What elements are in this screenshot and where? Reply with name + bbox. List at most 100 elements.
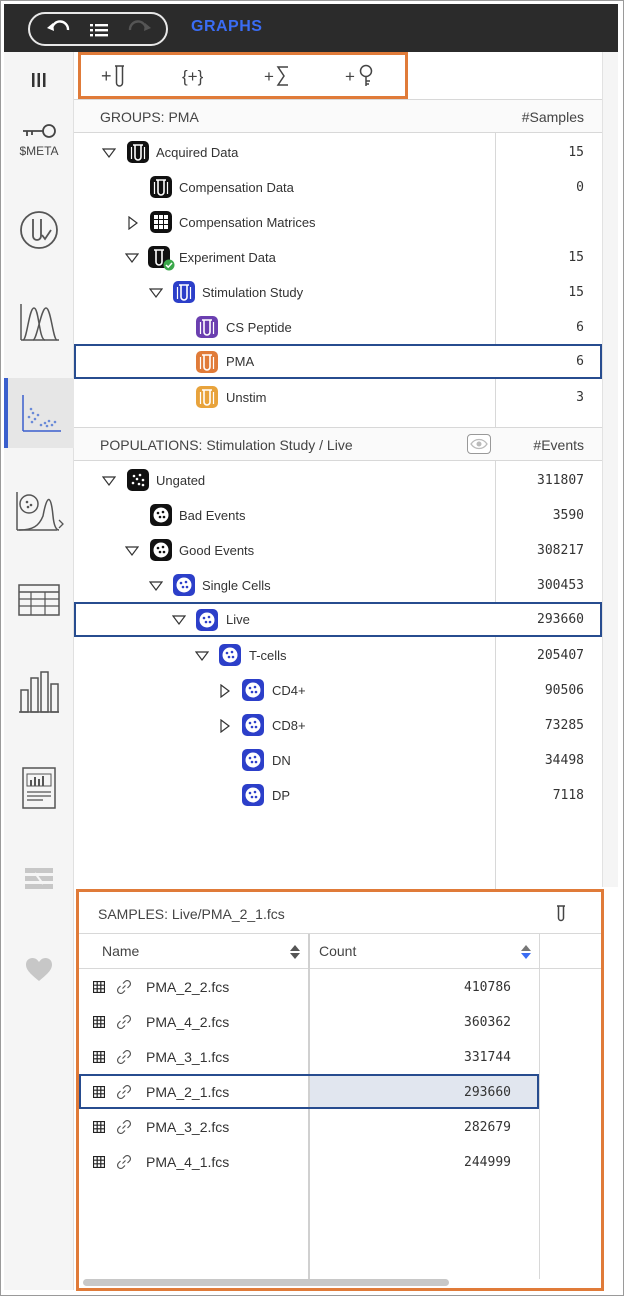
population-row-single-cells[interactable]: Single Cells 300453	[74, 568, 602, 603]
tube-check-icon	[20, 211, 58, 249]
tube-group-icon	[150, 176, 172, 198]
samples-panel: SAMPLES: Live/PMA_2_1.fcs Name Count PMA…	[76, 889, 604, 1291]
add-toolbar: + {+} + +	[78, 52, 408, 99]
sample-row[interactable]: PMA_3_1.fcs 331744	[79, 1040, 539, 1075]
expanded-triangle-icon[interactable]	[149, 579, 163, 593]
group-row-unstim[interactable]: Unstim 3	[74, 380, 602, 415]
name-column-header[interactable]: Name	[79, 934, 308, 969]
sample-count: 293660	[464, 1085, 511, 1100]
tube-group-icon	[196, 386, 218, 408]
group-row-cs-peptide[interactable]: CS Peptide 6	[74, 310, 602, 345]
sidebar-item-workflow[interactable]	[4, 858, 74, 898]
gate-histogram-icon	[16, 492, 64, 531]
sidebar-item-report[interactable]	[4, 758, 74, 818]
sidebar-item-histogram-overlay[interactable]	[4, 292, 74, 352]
group-label: CS Peptide	[226, 320, 292, 335]
expanded-triangle-icon[interactable]	[125, 251, 139, 265]
link-icon	[117, 1015, 131, 1029]
redo-icon	[128, 20, 151, 31]
group-row-pma[interactable]: PMA 6	[74, 344, 602, 379]
group-row-acquired-data[interactable]: Acquired Data 15	[74, 135, 602, 170]
redo-button[interactable]	[124, 18, 154, 42]
tube-icon[interactable]	[555, 904, 567, 922]
sort-icon[interactable]	[289, 943, 301, 961]
samples-header: SAMPLES: Live/PMA_2_1.fcs	[79, 892, 601, 934]
sidebar-item-table[interactable]	[4, 572, 74, 628]
expanded-triangle-icon[interactable]	[172, 613, 186, 627]
populations-count-header[interactable]: #Events	[504, 437, 584, 453]
sidebar-item-meta[interactable]: $META	[4, 110, 74, 168]
add-group-button[interactable]: {+}	[177, 63, 217, 89]
population-row-good-events[interactable]: Good Events 308217	[74, 533, 602, 568]
grid-icon	[93, 1121, 105, 1133]
vertical-scrollbar[interactable]	[602, 52, 618, 887]
population-count: 34498	[544, 753, 584, 768]
groups-count-header[interactable]: #Samples	[504, 109, 584, 125]
population-label: Ungated	[156, 473, 206, 488]
sort-desc-icon[interactable]	[520, 943, 532, 961]
sidebar: $META	[4, 52, 74, 1290]
group-row-compensation-data[interactable]: Compensation Data 0	[74, 170, 602, 205]
population-row-bad-events[interactable]: Bad Events 3590	[74, 498, 602, 533]
group-count: 0	[576, 180, 584, 195]
list-button[interactable]	[84, 18, 114, 42]
population-row-dp[interactable]: DP 7118	[74, 778, 602, 813]
populations-header: POPULATIONS: Stimulation Study / Live #E…	[74, 427, 602, 461]
sample-row[interactable]: PMA_4_1.fcs 244999	[79, 1145, 539, 1180]
expanded-triangle-icon[interactable]	[102, 474, 116, 488]
add-tube-button[interactable]: +	[95, 63, 135, 89]
sample-row[interactable]: PMA_2_2.fcs 410786	[79, 970, 539, 1005]
sidebar-item-bar-chart[interactable]	[4, 662, 74, 722]
population-row-t-cells[interactable]: T-cells 205407	[74, 638, 602, 673]
undo-button[interactable]	[44, 18, 74, 42]
link-icon	[117, 1085, 131, 1099]
population-label: DP	[272, 788, 291, 803]
table-icon	[18, 584, 60, 616]
group-row-compensation-matrices[interactable]: Compensation Matrices	[74, 205, 602, 240]
sidebar-item-gate-histogram[interactable]	[4, 476, 74, 546]
group-count: 15	[568, 285, 584, 300]
groups-header: GROUPS: PMA #Samples	[74, 99, 602, 133]
add-statistic-button[interactable]: +	[259, 63, 299, 89]
populations-title: POPULATIONS: Stimulation Study / Live	[100, 437, 353, 453]
sidebar-item-tube-check[interactable]	[4, 200, 74, 260]
grid-icon	[93, 1051, 105, 1063]
sample-row-selected[interactable]: PMA_2_1.fcs 293660	[79, 1074, 539, 1109]
sample-row[interactable]: PMA_3_2.fcs 282679	[79, 1110, 539, 1145]
sidebar-item-columns[interactable]	[4, 58, 74, 102]
collapsed-triangle-icon[interactable]	[126, 216, 140, 230]
svg-text:+: +	[264, 67, 274, 86]
population-row-ungated[interactable]: Ungated 311807	[74, 463, 602, 498]
grid-icon	[93, 981, 105, 993]
add-tube-icon: +	[101, 65, 124, 87]
group-row-stimulation-study[interactable]: Stimulation Study 15	[74, 275, 602, 310]
horizontal-scrollbar[interactable]	[83, 1279, 449, 1286]
expanded-triangle-icon[interactable]	[125, 544, 139, 558]
group-label: Unstim	[226, 390, 267, 405]
expanded-triangle-icon[interactable]	[102, 146, 116, 160]
population-row-cd4[interactable]: CD4+ 90506	[74, 673, 602, 708]
population-count: 73285	[544, 718, 584, 733]
population-row-live[interactable]: Live 293660	[74, 602, 602, 637]
collapsed-triangle-icon[interactable]	[218, 719, 232, 733]
count-column-header[interactable]: Count	[310, 934, 539, 969]
add-keyword-button[interactable]: +	[341, 63, 381, 89]
population-row-cd8[interactable]: CD8+ 73285	[74, 708, 602, 743]
group-count: 15	[568, 145, 584, 160]
sidebar-item-favorite[interactable]	[4, 950, 74, 990]
group-row-experiment-data[interactable]: Experiment Data 15	[74, 240, 602, 275]
link-icon	[117, 1050, 131, 1064]
sidebar-item-dot-plot[interactable]	[4, 378, 74, 448]
expanded-triangle-icon[interactable]	[149, 286, 163, 300]
svg-text:{+}: {+}	[182, 67, 204, 86]
sample-row[interactable]: PMA_4_2.fcs 360362	[79, 1005, 539, 1040]
population-label: CD8+	[272, 718, 306, 733]
app-title[interactable]: GRAPHS	[191, 18, 262, 36]
population-row-dn[interactable]: DN 34498	[74, 743, 602, 778]
eye-icon	[470, 438, 488, 450]
expanded-triangle-icon[interactable]	[195, 649, 209, 663]
collapsed-triangle-icon[interactable]	[218, 684, 232, 698]
matrix-icon	[150, 211, 172, 233]
group-label: Compensation Data	[179, 180, 294, 195]
visibility-toggle-button[interactable]	[467, 434, 491, 454]
